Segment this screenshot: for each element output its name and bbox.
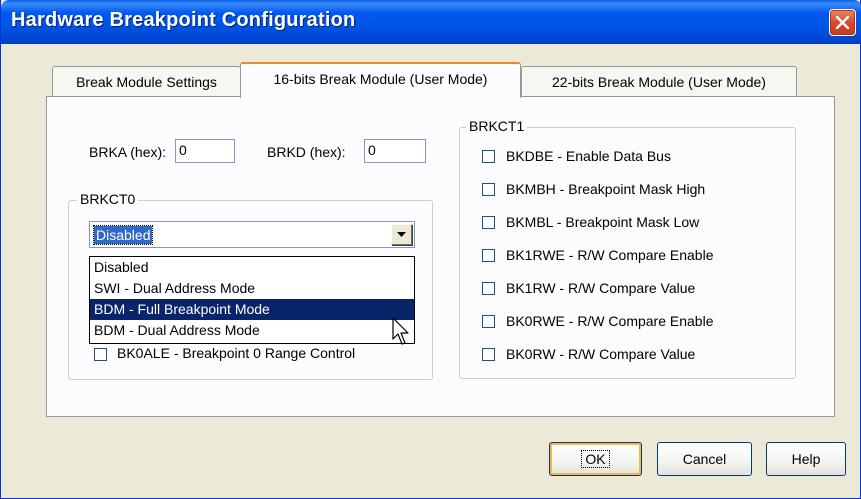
- brkd-label: BRKD (hex):: [267, 144, 346, 160]
- bk0rwe-checkbox[interactable]: [482, 315, 495, 328]
- brkct0-title: BRKCT0: [77, 191, 139, 207]
- bkmbl-checkbox[interactable]: [482, 216, 495, 229]
- bk1rw-label: BK1RW - R/W Compare Value: [506, 280, 696, 296]
- panel-content: BRKA (hex): 0 BRKD (hex): 0 BRKCT0 Disab…: [1, 0, 861, 499]
- bk0rw-checkbox[interactable]: [482, 348, 495, 361]
- bkdbe-label: BKDBE - Enable Data Bus: [506, 148, 671, 164]
- dropdown-option-bdm-full-breakpoint[interactable]: BDM - Full Breakpoint Mode: [90, 299, 414, 320]
- mouse-cursor-icon: [392, 317, 409, 345]
- brkd-input[interactable]: 0: [364, 139, 426, 163]
- bk0ale-label: BK0ALE - Breakpoint 0 Range Control: [117, 345, 356, 361]
- bk0rw-label: BK0RW - R/W Compare Value: [506, 346, 696, 362]
- bkmbl-label: BKMBL - Breakpoint Mask Low: [506, 214, 700, 230]
- bk1rwe-label: BK1RWE - R/W Compare Enable: [506, 247, 714, 263]
- bkdbe-checkbox[interactable]: [482, 150, 495, 163]
- brka-label: BRKA (hex):: [89, 144, 167, 160]
- bk0ale-checkbox[interactable]: [94, 348, 107, 361]
- brkct0-selected-value: Disabled: [92, 225, 154, 245]
- brkct0-mode-select[interactable]: Disabled: [89, 221, 415, 248]
- brkct0-dropdown-list[interactable]: Disabled SWI - Dual Address Mode BDM - F…: [89, 256, 415, 344]
- bkmbh-checkbox[interactable]: [482, 183, 495, 196]
- bk1rw-checkbox[interactable]: [482, 282, 495, 295]
- dropdown-option-disabled[interactable]: Disabled: [90, 257, 414, 278]
- chevron-down-icon: [397, 232, 406, 237]
- bkmbh-label: BKMBH - Breakpoint Mask High: [506, 181, 706, 197]
- dropdown-button[interactable]: [391, 224, 412, 245]
- bk0rwe-label: BK0RWE - R/W Compare Enable: [506, 313, 714, 329]
- dropdown-option-bdm-dual-address[interactable]: BDM - Dual Address Mode: [90, 320, 414, 341]
- dropdown-option-swi-dual-address[interactable]: SWI - Dual Address Mode: [90, 278, 414, 299]
- brka-input[interactable]: 0: [175, 139, 235, 163]
- bk1rwe-checkbox[interactable]: [482, 249, 495, 262]
- brkct1-title: BRKCT1: [466, 118, 528, 134]
- dialog-window: Hardware Breakpoint Configuration Break …: [0, 0, 861, 499]
